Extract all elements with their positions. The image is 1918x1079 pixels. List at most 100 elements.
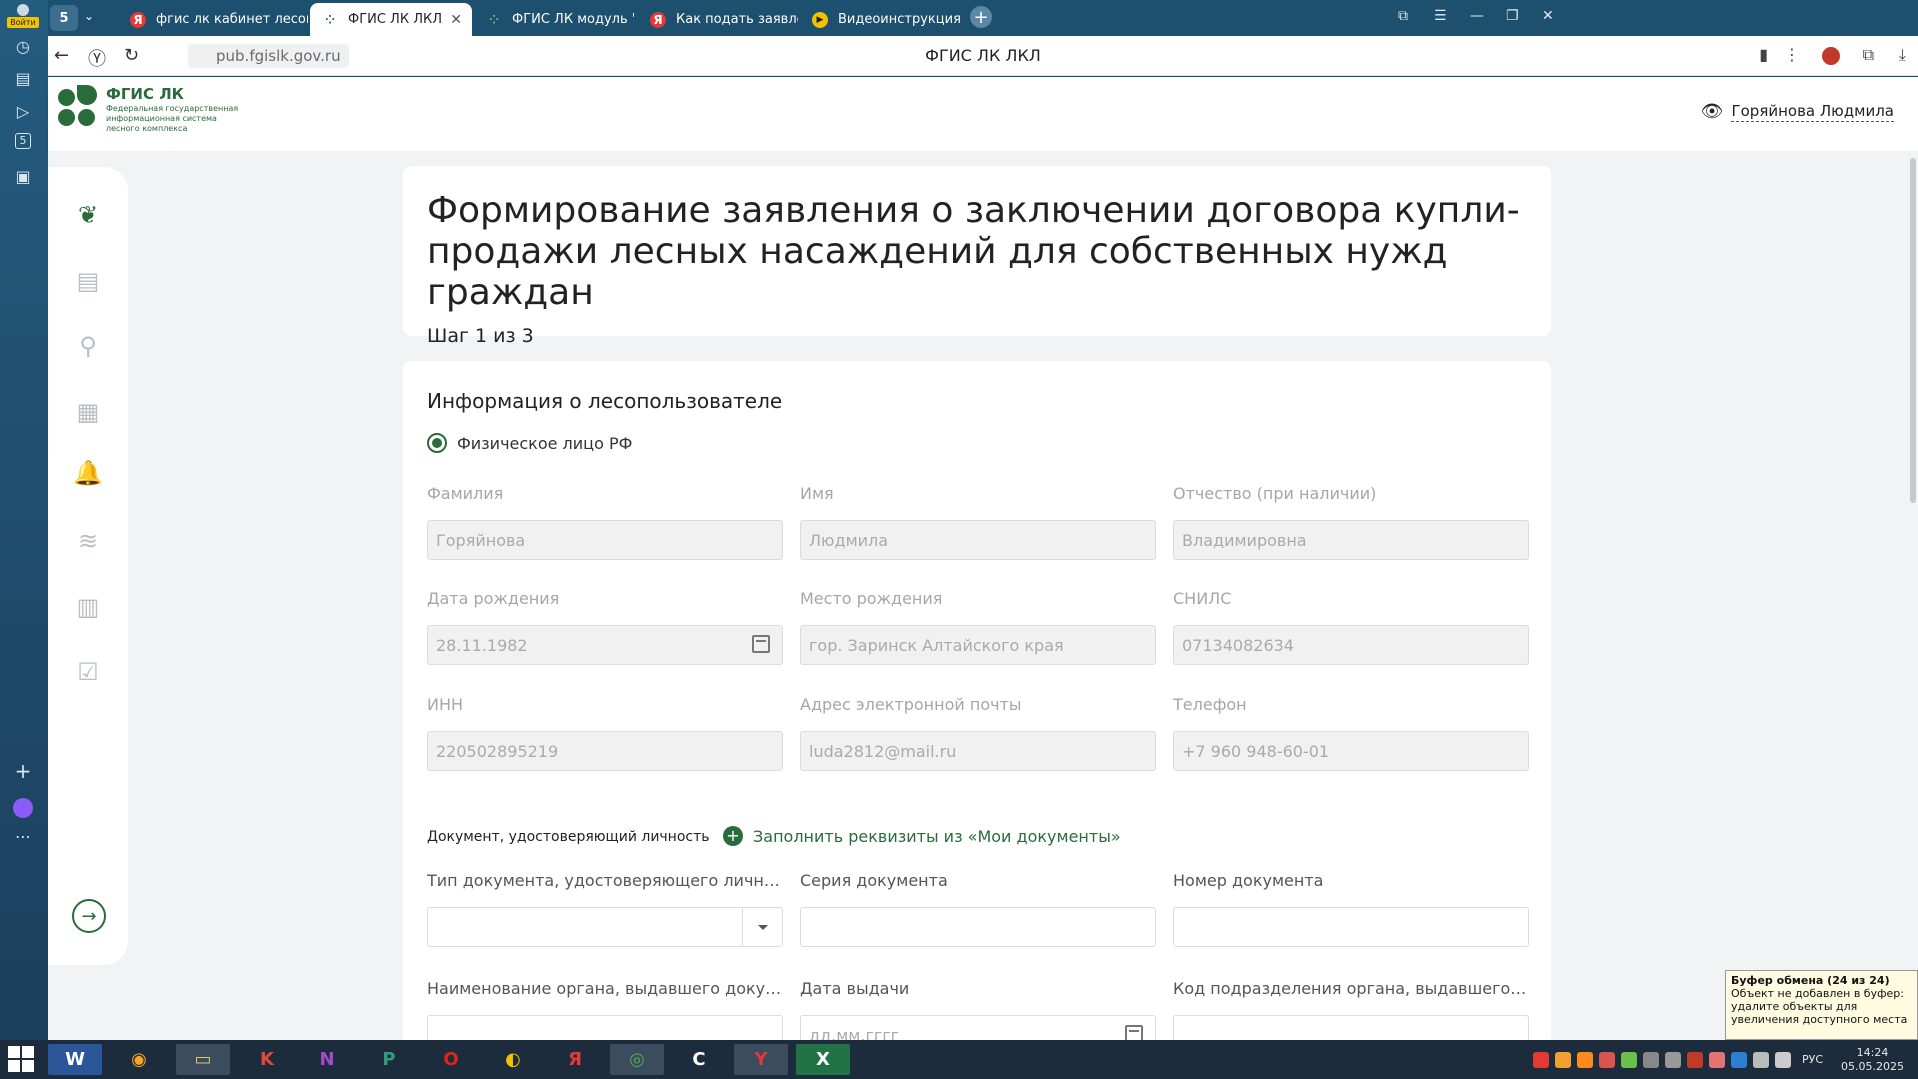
notifications-icon[interactable]: 🔔 [72, 457, 104, 489]
chevron-down-icon[interactable]: ⌄ [84, 9, 94, 23]
volume-tray-icon[interactable] [1774, 1051, 1791, 1068]
emblem-icon[interactable]: ❦ [72, 199, 104, 231]
bookmark-icon[interactable]: ▮ [1759, 45, 1768, 64]
download-icon[interactable]: ⤓ [1899, 45, 1906, 65]
file-explorer-icon[interactable]: ▭ [176, 1044, 230, 1075]
scrollbar-thumb[interactable] [1910, 158, 1916, 503]
tab-5[interactable]: ▶ Видеоинструкция ФГИС [800, 3, 960, 36]
alert-tray-icon[interactable] [1708, 1051, 1725, 1068]
issue-date-input[interactable]: дд.мм.гггг [800, 1015, 1156, 1040]
applications-icon[interactable]: ▤ [72, 265, 104, 297]
display-tray-icon[interactable] [1642, 1051, 1659, 1068]
fgis-icon: ⁘ [324, 12, 336, 27]
profile-avatar[interactable]: Войти [6, 2, 40, 28]
collections-icon[interactable]: ▤ [12, 68, 34, 90]
add-icon[interactable]: + [12, 760, 34, 782]
user-name[interactable]: Горяйнова Людмила [1731, 102, 1894, 122]
birth-place-field: Место рождения гор. Заринск Алтайского к… [800, 589, 1156, 665]
fgis-logo-icon[interactable] [58, 85, 98, 129]
tab-counter-button[interactable]: 5 [50, 5, 78, 31]
wifi-tray-icon[interactable] [1752, 1051, 1769, 1068]
minimize-icon[interactable]: — [1470, 8, 1484, 24]
excel-icon[interactable]: X [796, 1044, 850, 1075]
login-label[interactable]: Войти [7, 17, 39, 28]
birth-date-value: 28.11.1982 [436, 636, 528, 655]
cursor-app-icon[interactable]: C [672, 1044, 726, 1075]
menu-icon[interactable]: ☰ [1434, 8, 1447, 24]
url-field[interactable]: pub.fgislk.gov.ru [188, 44, 349, 68]
snils-input[interactable]: 07134082634 [1173, 625, 1529, 665]
yandex-tray-icon[interactable] [1532, 1051, 1549, 1068]
clock[interactable]: 14:24 05.05.2025 [1841, 1046, 1904, 1074]
issuer-input[interactable] [427, 1015, 783, 1040]
chevron-down-icon[interactable] [742, 908, 782, 946]
timber-icon[interactable]: ≋ [72, 525, 104, 557]
yandex-icon[interactable]: Я [548, 1044, 602, 1075]
tab-count-icon[interactable]: 5 [15, 133, 31, 149]
kaspersky-icon[interactable]: K [240, 1044, 294, 1075]
close-window-icon[interactable]: ✕ [1542, 8, 1554, 24]
network-tray-icon[interactable] [1664, 1051, 1681, 1068]
email-input[interactable]: luda2812@mail.ru [800, 731, 1156, 771]
tab-1[interactable]: Я фгис лк кабинет лесопол [118, 3, 308, 36]
beeline-icon[interactable]: ◐ [486, 1044, 540, 1075]
tab-3[interactable]: ⁘ ФГИС ЛК модуль 'Публич [474, 3, 634, 36]
inn-input[interactable]: 220502895219 [427, 731, 783, 771]
first-name-input[interactable]: Людмила [800, 520, 1156, 560]
close-icon[interactable]: ✕ [450, 12, 462, 28]
issuer-code-input[interactable] [1173, 1015, 1529, 1040]
last-name-input[interactable]: Горяйнова [427, 520, 783, 560]
calendar-icon[interactable] [1125, 1025, 1143, 1040]
person-type-radio[interactable]: Физическое лицо РФ [427, 433, 632, 453]
birth-place-input[interactable]: гор. Заринск Алтайского края [800, 625, 1156, 665]
video-icon[interactable]: ▷ [12, 101, 34, 123]
eye-icon[interactable]: 👁 [1701, 101, 1724, 122]
history-icon[interactable]: ◷ [12, 36, 34, 58]
publisher-icon[interactable]: P [362, 1044, 416, 1075]
new-tab-button[interactable]: + [970, 6, 992, 28]
tab-4[interactable]: Я Как подать заявление на [638, 3, 798, 36]
more-vert-icon[interactable]: ⋮ [1784, 45, 1800, 64]
alice-icon[interactable] [13, 798, 33, 818]
main-area: ❦ ▤ ⚲ ▦ 🔔 ≋ ▥ ☑ → Формирование заявления… [48, 151, 1908, 1040]
word-icon[interactable]: W [48, 1044, 102, 1075]
birth-date-input[interactable]: 28.11.1982 [427, 625, 783, 665]
language-indicator[interactable]: РУС [1802, 1053, 1823, 1066]
radio-selected-icon[interactable] [427, 433, 447, 453]
usb-tray-icon[interactable] [1620, 1051, 1637, 1068]
fill-from-documents-link[interactable]: + Заполнить реквизиты из «Мои документы» [723, 826, 1121, 846]
user-menu[interactable]: 👁 Горяйнова Людмила [1701, 101, 1894, 122]
doc-number-input[interactable] [1173, 907, 1529, 947]
screenshot-icon[interactable]: ▣ [12, 166, 34, 188]
expand-nav-icon[interactable]: → [72, 899, 106, 933]
bookmarks-icon[interactable]: ⧉ [1398, 8, 1408, 24]
outlook-icon[interactable]: ◉ [112, 1044, 166, 1075]
onenote-icon[interactable]: N [300, 1044, 354, 1075]
extension-icon[interactable] [1822, 47, 1840, 65]
windows-start-icon[interactable] [8, 1046, 36, 1074]
opera-icon[interactable]: O [424, 1044, 478, 1075]
field-label: Номер документа [1173, 871, 1324, 890]
collections-icon[interactable]: ⧉ [1863, 45, 1874, 65]
field-label: Отчество (при наличии) [1173, 484, 1377, 503]
flag-tray-icon[interactable] [1686, 1051, 1703, 1068]
patronymic-input[interactable]: Владимировна [1173, 520, 1529, 560]
map-icon[interactable]: ▥ [72, 591, 104, 623]
chrome-icon[interactable]: ◎ [610, 1044, 664, 1075]
phone-input[interactable]: +7 960 948-60-01 [1173, 731, 1529, 771]
location-icon[interactable]: ⚲ [72, 330, 104, 362]
logo-title[interactable]: ФГИС ЛК [106, 85, 184, 103]
checklist-icon[interactable]: ☑ [72, 656, 104, 688]
restore-icon[interactable]: ❐ [1506, 8, 1519, 24]
doc-type-select[interactable] [427, 907, 783, 947]
documents-icon[interactable]: ▦ [72, 396, 104, 428]
bluetooth-tray-icon[interactable] [1730, 1051, 1747, 1068]
antivirus-tray-icon[interactable] [1598, 1051, 1615, 1068]
clipboard-tray-icon[interactable] [1554, 1051, 1571, 1068]
rss-tray-icon[interactable] [1576, 1051, 1593, 1068]
calendar-icon[interactable] [752, 635, 770, 653]
tab-2[interactable]: ⁘ ФГИС ЛК ЛКЛ ✕ [310, 3, 472, 36]
yandex-browser-icon[interactable]: Y [734, 1044, 788, 1075]
doc-series-input[interactable] [800, 907, 1156, 947]
more-icon[interactable]: ⋯ [12, 826, 34, 848]
